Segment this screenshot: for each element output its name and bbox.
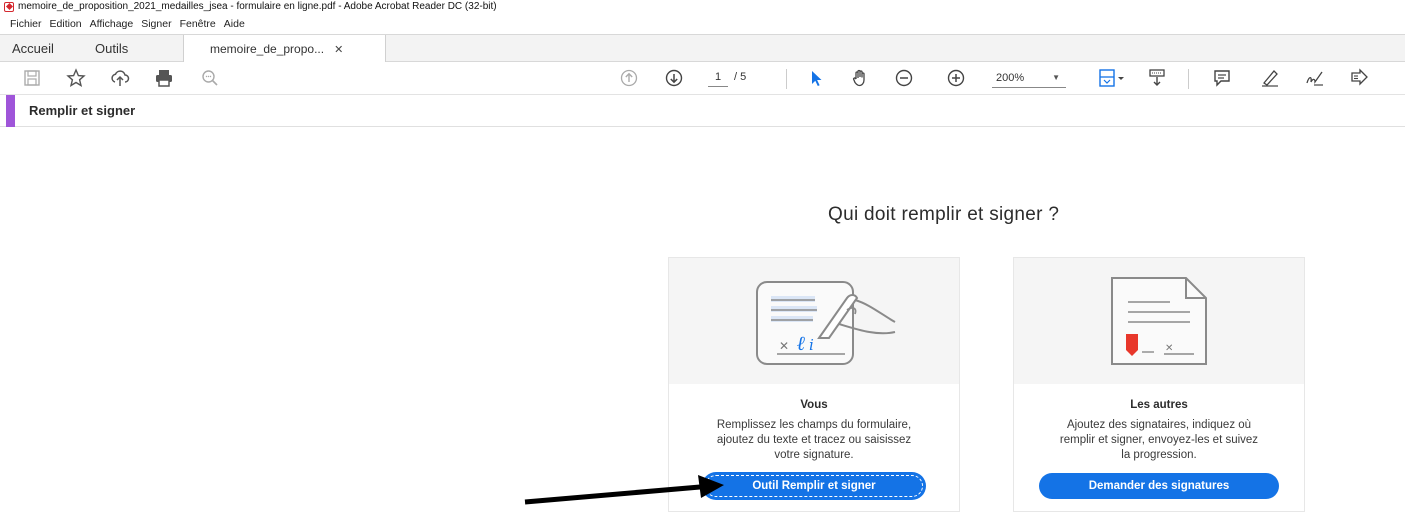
page-down-icon[interactable] (662, 66, 686, 90)
card-others-description: Ajoutez des signataires, indiquez où rem… (1024, 418, 1294, 463)
zoom-out-icon[interactable] (892, 66, 916, 90)
highlight-icon[interactable] (1258, 66, 1282, 90)
fill-sign-panel-header: Remplir et signer (0, 95, 1405, 127)
menu-bar: Fichier Edition Affichage Signer Fenêtre… (0, 13, 1405, 34)
toolbar-divider (786, 69, 787, 89)
fill-sign-icon[interactable] (1347, 66, 1371, 90)
toolbar: 1 / 5 200% ▼ (0, 62, 1405, 95)
panel-accent-bar (6, 95, 15, 127)
hand-icon[interactable] (848, 66, 872, 90)
card-you: ✕ ℓ i Vous Remplissez les champs du form… (668, 257, 960, 512)
menu-aide[interactable]: Aide (224, 18, 245, 30)
sign-icon[interactable] (1303, 66, 1327, 90)
print-icon[interactable] (152, 66, 176, 90)
tab-bar: Accueil Outils memoire_de_propo... ✕ (0, 34, 1405, 63)
card-others-description-line: remplir et signer, envoyez-les et suivez (1059, 434, 1259, 446)
tab-document-label: memoire_de_propo... (210, 42, 325, 56)
card-you-description: Remplissez les champs du formulaire, ajo… (679, 418, 949, 463)
zoom-value: 200% (996, 72, 1025, 84)
menu-edition[interactable]: Edition (50, 18, 82, 30)
tab-home[interactable]: Accueil (12, 35, 54, 62)
request-signatures-button[interactable]: Demander des signatures (1039, 473, 1279, 499)
card-you-description-line: ajoutez du texte et tracez ou saisissez (716, 434, 912, 446)
menu-fichier[interactable]: Fichier (10, 18, 42, 30)
acrobat-app-icon (4, 1, 14, 12)
page-up-icon[interactable] (617, 66, 641, 90)
card-others: ✕ Les autres Ajoutez des signataires, in… (1013, 257, 1305, 512)
menu-fenetre[interactable]: Fenêtre (180, 18, 216, 30)
svg-text:✕: ✕ (779, 339, 789, 353)
select-arrow-icon[interactable] (804, 66, 828, 90)
close-icon[interactable]: ✕ (334, 43, 343, 56)
scroll-mode-icon[interactable] (1145, 66, 1169, 90)
comment-icon[interactable] (1210, 66, 1234, 90)
svg-text:✕: ✕ (1165, 343, 1173, 354)
fill-and-sign-tool-button[interactable]: Outil Remplir et signer (703, 473, 925, 499)
tab-document[interactable]: memoire_de_propo... ✕ (183, 35, 386, 63)
zoom-select[interactable]: 200% ▼ (992, 70, 1066, 88)
fill-sign-illustration: ✕ ℓ i (669, 258, 959, 384)
main-question: Qui doit remplir et signer ? (828, 204, 1060, 225)
panel-title: Remplir et signer (29, 103, 136, 118)
card-others-description-line: Ajoutez des signataires, indiquez où (1066, 419, 1252, 431)
search-icon[interactable] (198, 66, 222, 90)
card-you-title: Vous (800, 399, 828, 411)
tab-tools[interactable]: Outils (95, 35, 128, 62)
menu-signer[interactable]: Signer (141, 18, 171, 30)
card-you-description-line: votre signature. (774, 449, 854, 461)
card-others-title: Les autres (1130, 399, 1188, 411)
zoom-in-icon[interactable] (944, 66, 968, 90)
bookmark-star-icon[interactable] (64, 66, 88, 90)
svg-text:ℓ: ℓ (797, 331, 806, 355)
request-signatures-illustration: ✕ (1014, 258, 1304, 384)
card-others-description-line: la progression. (1121, 449, 1197, 461)
menu-affichage[interactable]: Affichage (90, 18, 134, 30)
save-icon[interactable] (20, 66, 44, 90)
chevron-down-icon: ▼ (1052, 73, 1060, 82)
title-bar: memoire_de_proposition_2021_medailles_js… (0, 0, 1405, 13)
svg-text:i: i (809, 336, 814, 354)
window-title: memoire_de_proposition_2021_medailles_js… (18, 1, 497, 12)
page-total: / 5 (734, 71, 747, 83)
toolbar-divider (1188, 69, 1189, 89)
page-number-input[interactable]: 1 (708, 71, 728, 87)
fit-page-icon[interactable] (1094, 66, 1130, 90)
upload-cloud-icon[interactable] (108, 66, 132, 90)
card-you-description-line: Remplissez les champs du formulaire, (716, 419, 912, 431)
